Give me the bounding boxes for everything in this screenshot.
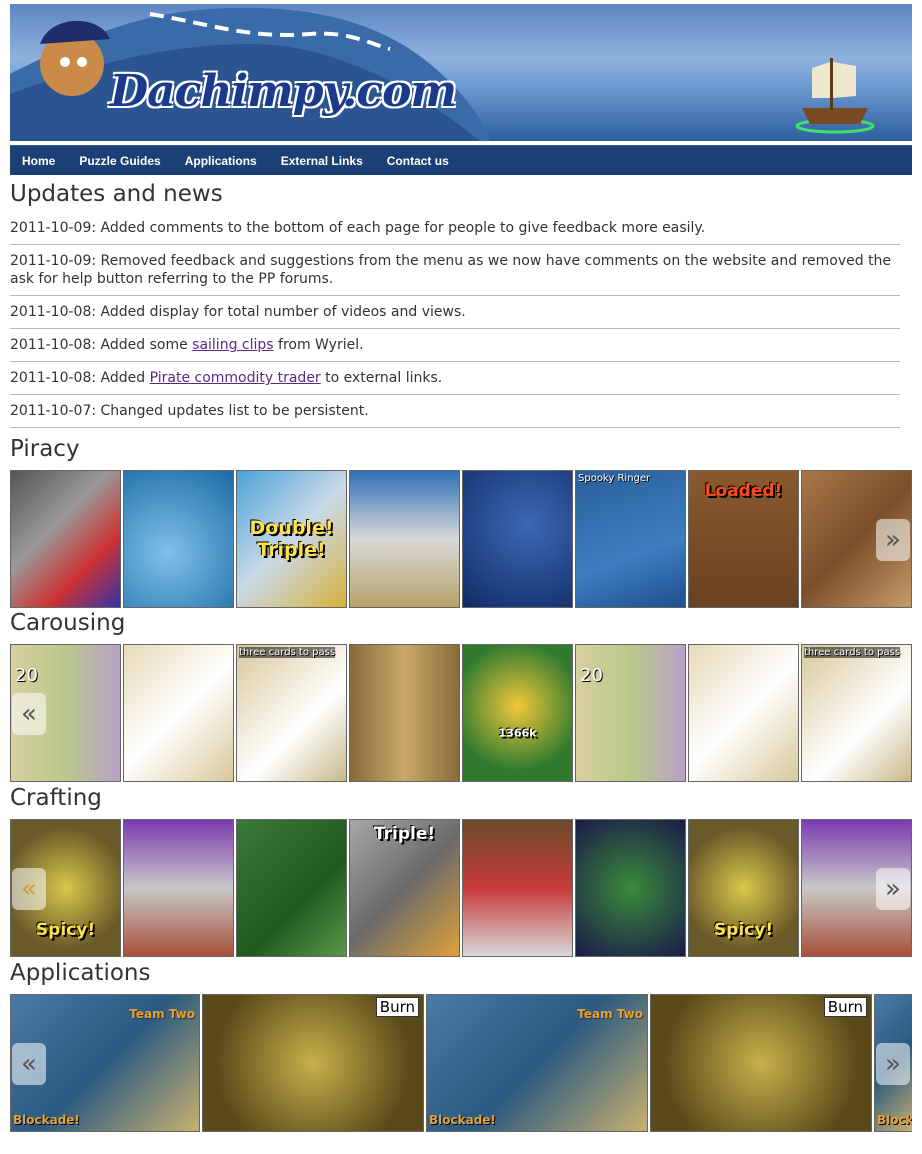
applications-title: Applications xyxy=(10,960,151,986)
application-tile[interactable]: Burn xyxy=(650,994,872,1132)
news-item: 2011-10-09: Removed feedback and suggest… xyxy=(10,245,900,296)
tile-overlay-text: 20 xyxy=(15,665,38,686)
news-text: 2011-10-08: Added some xyxy=(10,337,193,353)
scroll-left-icon[interactable]: « xyxy=(12,693,46,735)
piracy-tile[interactable] xyxy=(10,470,121,608)
nav-applications[interactable]: Applications xyxy=(185,154,257,168)
commodity-trader-link[interactable]: Pirate commodity trader xyxy=(150,370,321,386)
tile-overlay-text: Loaded! xyxy=(704,481,783,501)
news-text: 2011-10-08: Added xyxy=(10,370,150,386)
news-item: 2011-10-08: Added some sailing clips fro… xyxy=(10,329,900,362)
ship-icon xyxy=(795,58,875,134)
scroll-right-icon[interactable]: » xyxy=(876,1043,910,1085)
piracy-tile[interactable] xyxy=(462,470,573,608)
tile-overlay-text: three cards to pass xyxy=(239,647,336,658)
application-tile[interactable]: Burn xyxy=(202,994,424,1132)
tile-overlay-text: Blockade! xyxy=(13,1113,80,1127)
crafting-tile[interactable]: Spicy! xyxy=(688,819,799,957)
piracy-tile[interactable] xyxy=(349,470,460,608)
tile-overlay-text: Blockade! xyxy=(429,1113,496,1127)
news-text: from Wyriel. xyxy=(273,337,364,353)
scroll-left-icon[interactable]: « xyxy=(12,1043,46,1085)
piracy-tile[interactable] xyxy=(123,470,234,608)
crafting-tile[interactable] xyxy=(575,819,686,957)
tile-overlay-text: Team Two xyxy=(129,1007,195,1021)
carousing-tile[interactable] xyxy=(688,644,799,782)
tile-overlay-text: Double! Triple! xyxy=(249,517,334,561)
scroll-right-icon[interactable]: » xyxy=(876,519,910,561)
updates-list: 2011-10-09: Added comments to the bottom… xyxy=(10,212,900,428)
carousing-tile[interactable]: 1366k xyxy=(462,644,573,782)
news-text: to external links. xyxy=(320,370,443,386)
piracy-tile[interactable]: Spooky Ringer xyxy=(575,470,686,608)
carousing-tile[interactable]: 20 xyxy=(575,644,686,782)
news-item: 2011-10-09: Added comments to the bottom… xyxy=(10,212,900,245)
sailing-clips-link[interactable]: sailing clips xyxy=(192,337,273,353)
crafting-title: Crafting xyxy=(10,785,102,811)
site-banner: Dachimpy.com xyxy=(10,4,912,141)
nav-puzzle-guides[interactable]: Puzzle Guides xyxy=(79,154,160,168)
tile-overlay-text: 20 xyxy=(580,665,603,686)
piracy-carousel: Double! Triple! Spooky Ringer Loaded! » xyxy=(10,470,912,610)
crafting-tile[interactable] xyxy=(462,819,573,957)
tile-overlay-text: 1366k xyxy=(498,726,537,740)
piracy-tile[interactable]: Loaded! xyxy=(688,470,799,608)
carousing-carousel: 20 three cards to pass 1366k 20 three ca… xyxy=(10,644,912,784)
crafting-tile[interactable] xyxy=(123,819,234,957)
carousing-tile[interactable]: three cards to pass xyxy=(236,644,347,782)
carousing-tile[interactable] xyxy=(349,644,460,782)
piracy-title: Piracy xyxy=(10,436,80,462)
application-tile[interactable]: Team Two Blockade! xyxy=(426,994,648,1132)
applications-carousel: Team Two Blockade! Burn Team Two Blockade!… xyxy=(10,994,912,1134)
crafting-carousel: Spicy! Triple! Spicy! « » xyxy=(10,819,912,959)
burn-label: Burn xyxy=(375,997,419,1017)
nav-external-links[interactable]: External Links xyxy=(281,154,363,168)
site-logo[interactable]: Dachimpy.com xyxy=(110,66,457,117)
crafting-tile[interactable] xyxy=(236,819,347,957)
news-item: 2011-10-08: Added Pirate commodity trade… xyxy=(10,362,900,395)
piracy-tile[interactable]: Double! Triple! xyxy=(236,470,347,608)
nav-home[interactable]: Home xyxy=(22,154,55,168)
tile-overlay-text: Spooky Ringer xyxy=(578,473,651,484)
tile-overlay-text: Triple! xyxy=(373,824,436,844)
tile-overlay-text: three cards to pass xyxy=(804,647,901,658)
scroll-left-icon[interactable]: « xyxy=(12,868,46,910)
tile-overlay-text: Spicy! xyxy=(713,920,774,940)
tile-overlay-text: Spicy! xyxy=(35,920,96,940)
news-item: 2011-10-07: Changed updates list to be p… xyxy=(10,395,900,428)
scroll-right-icon[interactable]: » xyxy=(876,868,910,910)
carousing-tile[interactable] xyxy=(123,644,234,782)
crafting-tile[interactable]: Triple! xyxy=(349,819,460,957)
tile-overlay-text: Block xyxy=(877,1113,912,1127)
burn-label: Burn xyxy=(823,997,867,1017)
main-nav: Home Puzzle Guides Applications External… xyxy=(10,145,912,175)
nav-contact-us[interactable]: Contact us xyxy=(387,154,449,168)
carousing-title: Carousing xyxy=(10,610,126,636)
updates-title: Updates and news xyxy=(10,181,223,207)
tile-overlay-text: Team Two xyxy=(577,1007,643,1021)
carousing-tile[interactable]: three cards to pass xyxy=(801,644,912,782)
news-item: 2011-10-08: Added display for total numb… xyxy=(10,296,900,329)
